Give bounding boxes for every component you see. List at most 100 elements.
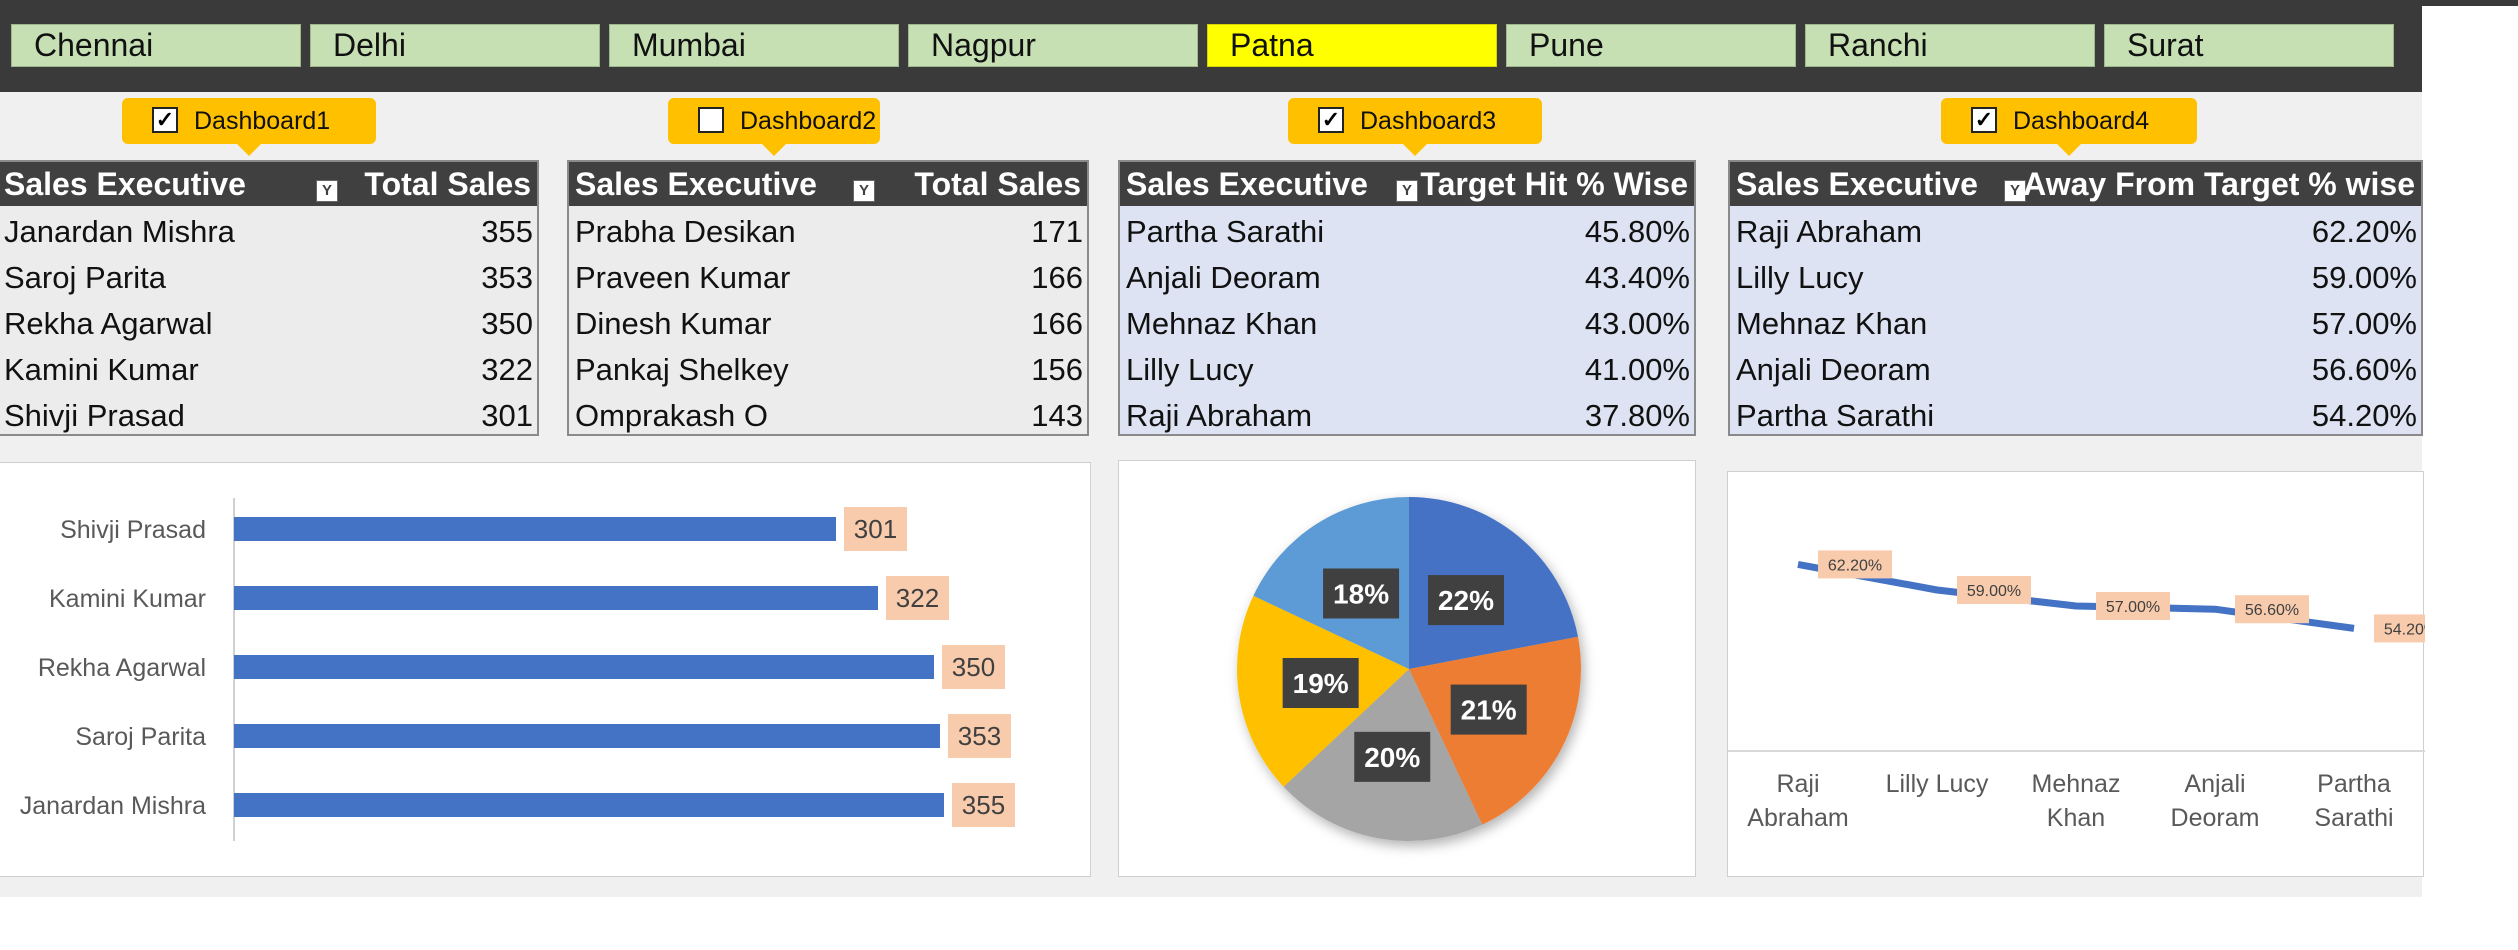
dashboard1-label: Dashboard1 [194, 107, 331, 135]
table-row: Pankaj Shelkey 156 [569, 347, 1087, 393]
row-value: 43.00% [1584, 306, 1690, 341]
column-header-executive[interactable]: Sales Executive [1736, 162, 1978, 206]
dashboard1-checkbox[interactable]: ✓ [152, 107, 178, 133]
data-label: 355 [962, 790, 1005, 820]
row-value: 54.20% [2311, 398, 2417, 433]
table-row: Janardan Mishra 355 [0, 209, 537, 255]
bar-chart-panel: Shivji Prasad 301 Kamini Kumar 322 Rekha Aga… [0, 462, 1091, 877]
slicer-surat[interactable]: Surat [2104, 24, 2394, 67]
total-sales-table-1: Sales Executive Y Total Sales Janardan M… [0, 160, 539, 436]
row-value: 56.60% [2311, 352, 2417, 387]
row-name: Partha Sarathi [1736, 398, 1935, 433]
table-row: Omprakash O 143 [569, 393, 1087, 439]
row-name: Rekha Agarwal [4, 306, 213, 341]
table-row: Prabha Desikan 171 [569, 209, 1087, 255]
category-tick-label: Saroj Parita [75, 723, 206, 751]
row-value: 353 [481, 260, 533, 295]
slice-label: 20% [1364, 742, 1420, 773]
slicer-patna[interactable]: Patna [1207, 24, 1497, 67]
dashboard3-checkbox[interactable]: ✓ [1318, 107, 1344, 133]
dashboard2-label: Dashboard2 [740, 107, 877, 135]
row-value: 156 [1031, 352, 1083, 387]
row-value: 166 [1031, 306, 1083, 341]
row-value: 41.00% [1584, 352, 1690, 387]
target-hit-table: Sales Executive Y Target Hit % Wise Part… [1118, 160, 1696, 436]
column-header-executive[interactable]: Sales Executive [575, 162, 817, 206]
column-header-value: Total Sales [914, 166, 1081, 202]
dashboard2-checkbox[interactable] [698, 107, 724, 133]
category-tick-label: Kamini Kumar [49, 585, 206, 613]
table-header: Sales Executive Y Total Sales [569, 162, 1087, 206]
dashboard2-toggle[interactable]: Dashboard2 [668, 98, 880, 156]
table-row: Partha Sarathi 45.80% [1120, 209, 1694, 255]
column-header-value: Away From Target % wise [2023, 166, 2415, 202]
bar [234, 724, 940, 748]
away-from-target-table: Sales Executive Y Away From Target % wis… [1728, 160, 2423, 436]
filter-icon[interactable]: Y [1396, 180, 1418, 202]
table-row: Dinesh Kumar 166 [569, 301, 1087, 347]
category-tick-label: Raji [1776, 770, 1819, 798]
filter-icon[interactable]: Y [316, 180, 338, 202]
table-row: Shivji Prasad 301 [0, 393, 537, 439]
data-label: 56.60% [2245, 602, 2299, 619]
bar [234, 517, 836, 541]
row-value: 350 [481, 306, 533, 341]
line-chart-panel: 62.20% 59.00% 57.00% 56.60% 54.20% Raji Abraha… [1727, 471, 2448, 877]
column-header-value: Target Hit % Wise [1420, 166, 1688, 202]
data-label: 54.20% [2384, 621, 2425, 638]
row-value: 59.00% [2311, 260, 2417, 295]
data-label: 57.00% [2106, 599, 2160, 616]
data-label: 350 [952, 652, 995, 682]
dashboard4-toggle[interactable]: ✓ Dashboard4 [1941, 98, 2197, 156]
slice-label: 21% [1461, 695, 1517, 726]
slice-label: 22% [1438, 585, 1494, 616]
row-name: Mehnaz Khan [1736, 306, 1928, 341]
bar [234, 586, 878, 610]
table-row: Mehnaz Khan 43.00% [1120, 301, 1694, 347]
slicer-delhi[interactable]: Delhi [310, 24, 600, 67]
table-header: Sales Executive Y Total Sales [0, 162, 537, 206]
category-tick-label: Shivji Prasad [60, 516, 206, 544]
slicer-nagpur[interactable]: Nagpur [908, 24, 1198, 67]
row-name: Partha Sarathi [1126, 214, 1325, 249]
row-name: Pankaj Shelkey [575, 352, 789, 387]
table-row: Saroj Parita 353 [0, 255, 537, 301]
category-tick-label: Partha [2317, 770, 2391, 798]
row-name: Kamini Kumar [4, 352, 199, 387]
data-label: 62.20% [1828, 557, 1882, 574]
table-row: Partha Sarathi 54.20% [1730, 393, 2421, 439]
row-value: 62.20% [2311, 214, 2417, 249]
filter-icon[interactable]: Y [853, 180, 875, 202]
dashboard3-toggle[interactable]: ✓ Dashboard3 [1288, 98, 1542, 156]
slicer-pune[interactable]: Pune [1506, 24, 1796, 67]
table-row: Lilly Lucy 41.00% [1120, 347, 1694, 393]
table-row: Anjali Deoram 43.40% [1120, 255, 1694, 301]
column-header-executive[interactable]: Sales Executive [1126, 162, 1368, 206]
table-header: Sales Executive Y Target Hit % Wise [1120, 162, 1694, 206]
slicer-ranchi[interactable]: Ranchi [1805, 24, 2095, 67]
row-name: Saroj Parita [4, 260, 166, 295]
row-value: 45.80% [1584, 214, 1690, 249]
row-value: 37.80% [1584, 398, 1690, 433]
table-row: Rekha Agarwal 350 [0, 301, 537, 347]
row-name: Lilly Lucy [1736, 260, 1864, 295]
row-value: 322 [481, 352, 533, 387]
dashboard1-toggle[interactable]: ✓ Dashboard1 [122, 98, 376, 156]
dashboard4-label: Dashboard4 [2013, 107, 2150, 135]
dashboard4-checkbox[interactable]: ✓ [1971, 107, 1997, 133]
row-value: 57.00% [2311, 306, 2417, 341]
row-value: 355 [481, 214, 533, 249]
bar [234, 655, 934, 679]
category-tick-label: Sarathi [2314, 804, 2393, 832]
data-label: 353 [958, 721, 1001, 751]
table-row: Anjali Deoram 56.60% [1730, 347, 2421, 393]
slicer-mumbai[interactable]: Mumbai [609, 24, 899, 67]
column-header-executive[interactable]: Sales Executive [4, 162, 246, 206]
table-row: Raji Abraham 37.80% [1120, 393, 1694, 439]
category-tick-label: Deoram [2171, 804, 2260, 832]
category-tick-label: Khan [2047, 804, 2105, 832]
slicer-chennai[interactable]: Chennai [11, 24, 301, 67]
table-header: Sales Executive Y Away From Target % wis… [1730, 162, 2421, 206]
target-hit-pie-chart: 22% 21% 20% 19% 18% [1237, 497, 1581, 841]
away-from-target-line-chart: 62.20% 59.00% 57.00% 56.60% 54.20% Raji Abraha… [1728, 550, 2448, 832]
